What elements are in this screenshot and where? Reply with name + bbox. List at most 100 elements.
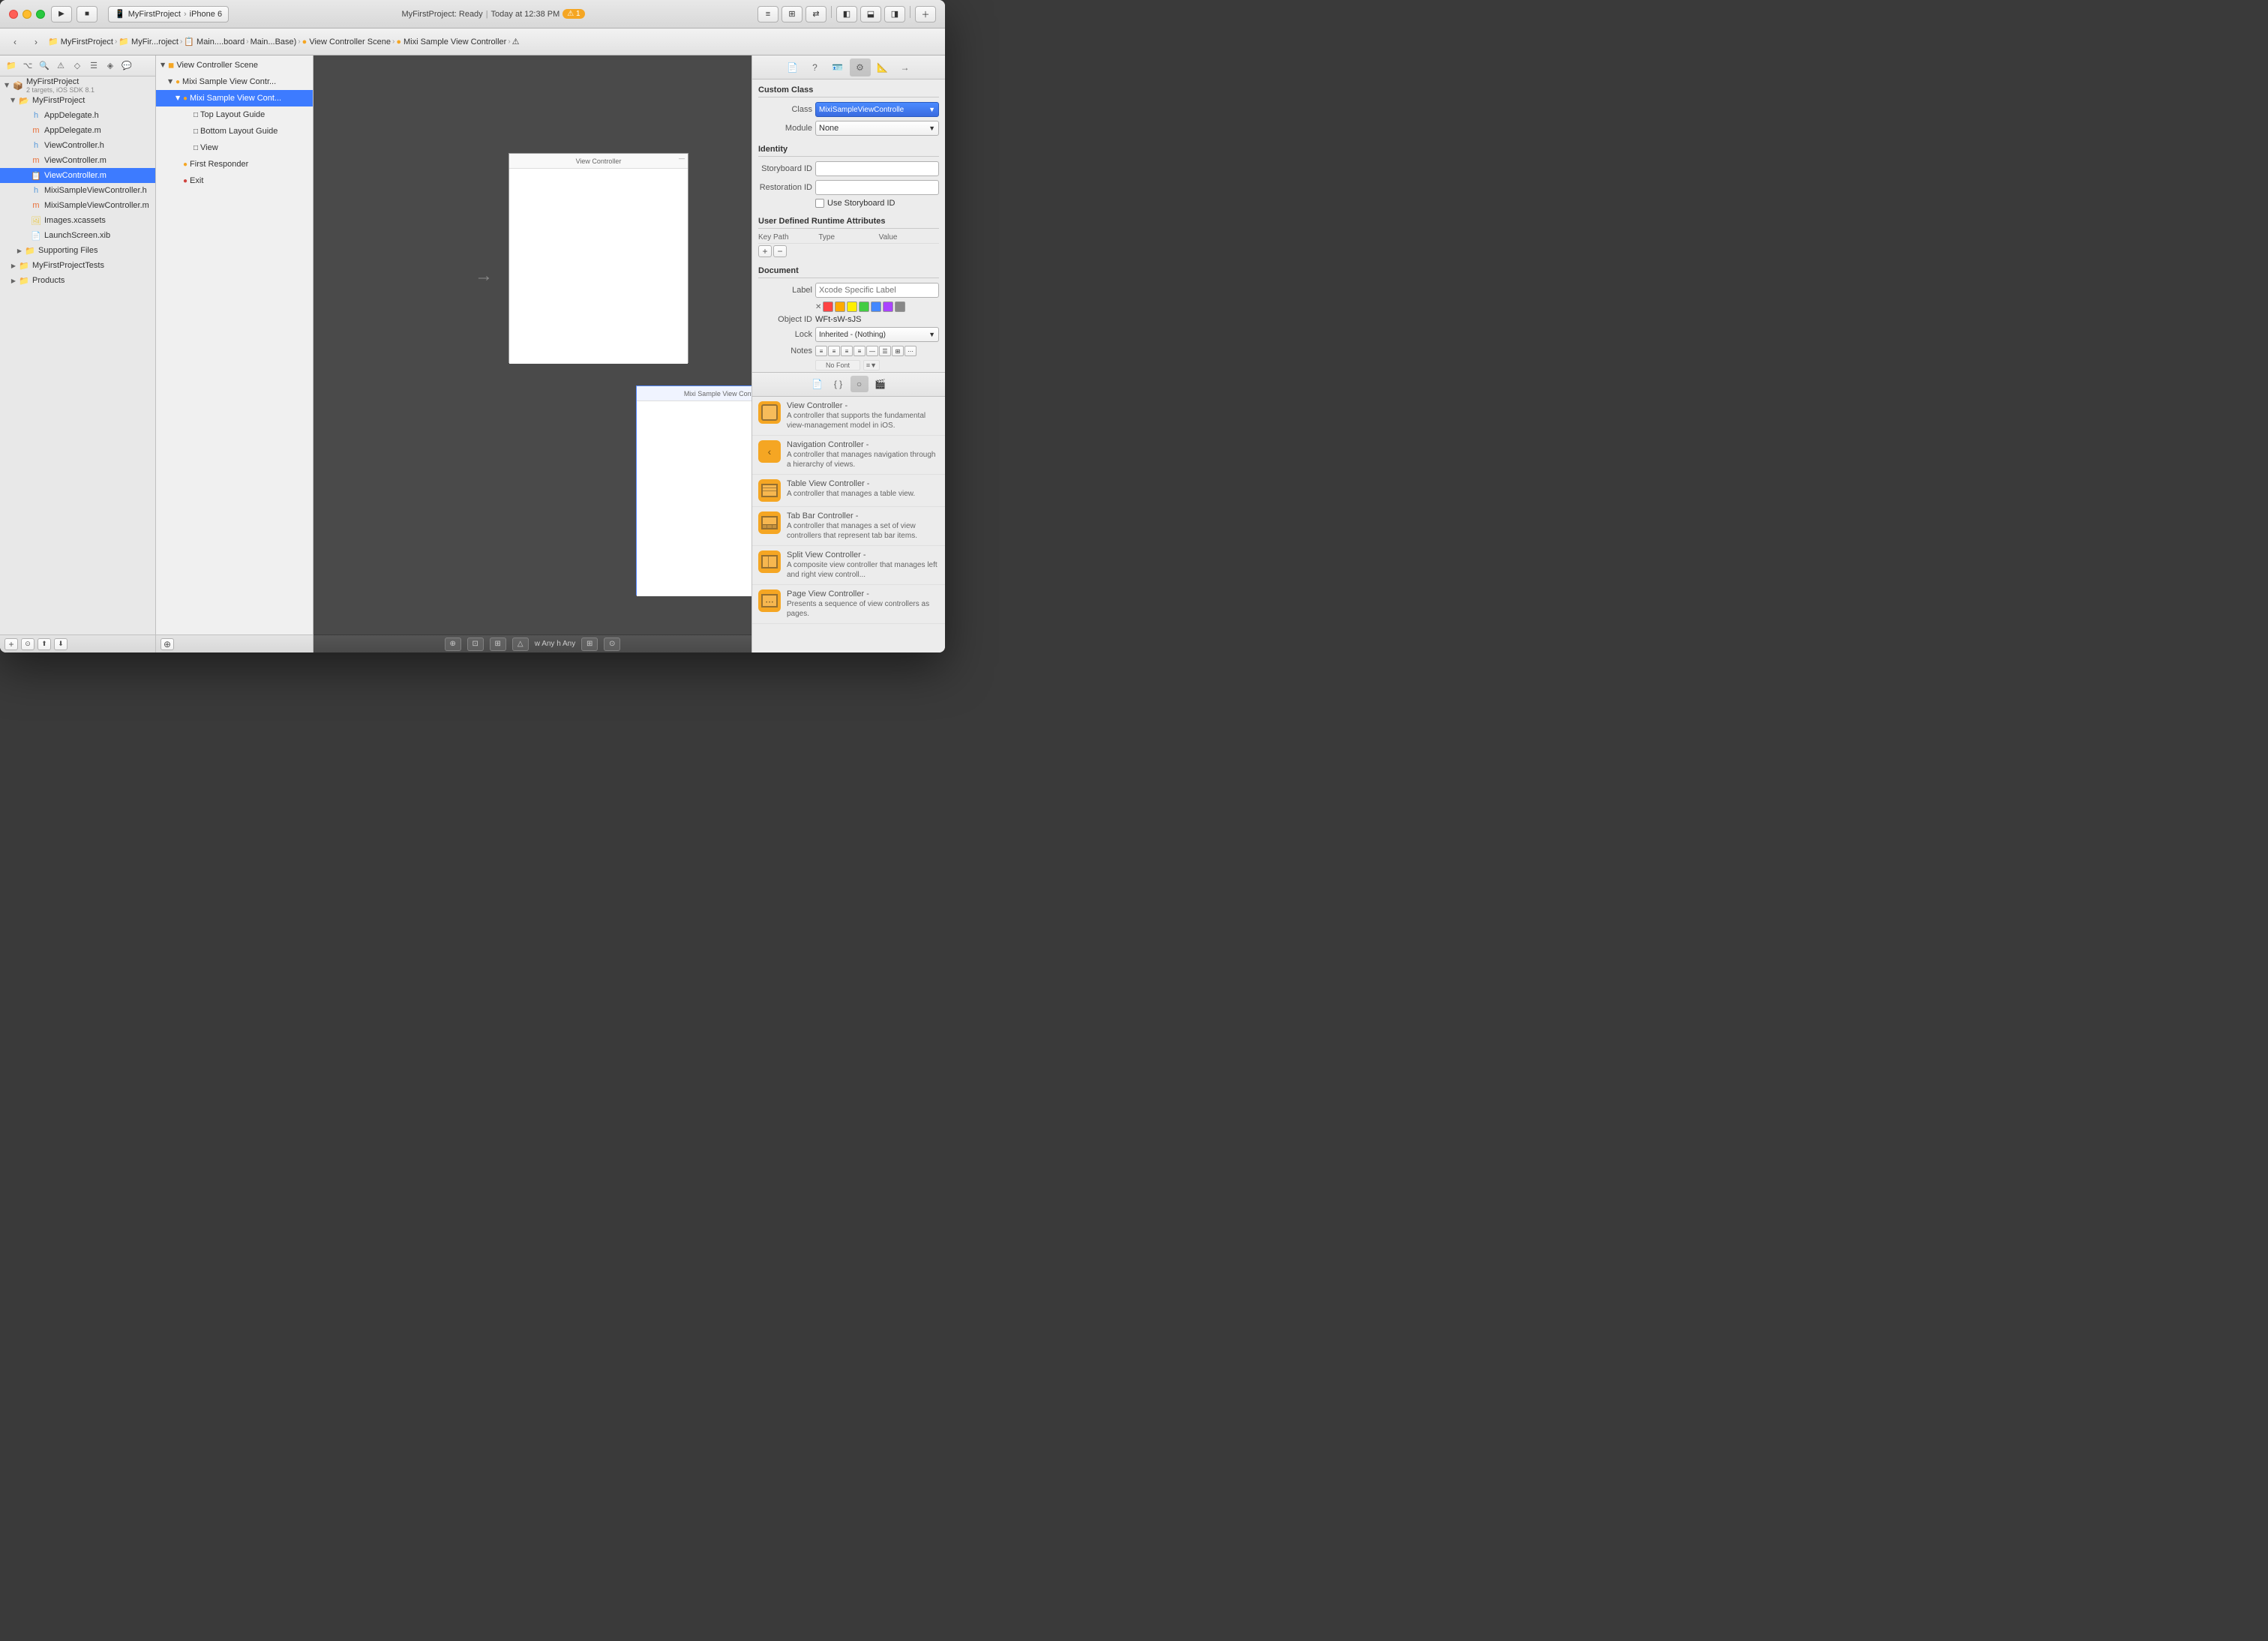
- nav-back-button[interactable]: ‹: [6, 33, 24, 51]
- zoom-btn[interactable]: ⊙: [604, 638, 620, 651]
- notes-align-right[interactable]: ≡: [841, 346, 853, 356]
- tree-item-main-storyboard[interactable]: 📋 ViewController.m: [0, 168, 155, 183]
- lib-item-split[interactable]: Split View Controller - A composite view…: [752, 546, 945, 585]
- color-swatch-2[interactable]: [835, 302, 845, 312]
- color-swatch-4[interactable]: [859, 302, 869, 312]
- navigator-toggle[interactable]: ◧: [836, 6, 857, 22]
- test-nav-icon[interactable]: ◇: [70, 59, 84, 73]
- add-constraint-btn[interactable]: ⊕: [445, 638, 461, 651]
- folder-icon[interactable]: 📁: [4, 59, 18, 73]
- tree-item-mixi-h[interactable]: h MixiSampleViewController.h: [0, 183, 155, 198]
- canvas-area[interactable]: → View Controller — Mixi Samp: [314, 56, 752, 652]
- color-swatch-1[interactable]: [823, 302, 833, 312]
- warning-nav-icon[interactable]: ⚠: [54, 59, 68, 73]
- tree-item-group[interactable]: ▶ 📂 MyFirstProject: [0, 93, 155, 108]
- lib-item-page[interactable]: • • • Page View Controller - Presents a …: [752, 585, 945, 624]
- scheme-selector[interactable]: 📱 MyFirstProject › iPhone 6: [108, 6, 229, 22]
- font-size-control[interactable]: ≡▼: [863, 360, 880, 370]
- lib-item-nav[interactable]: ‹ Navigation Controller - A controller t…: [752, 436, 945, 475]
- tree-item-tests[interactable]: ▶ 📁 MyFirstProjectTests: [0, 258, 155, 273]
- tree-item-mixi-m[interactable]: m MixiSampleViewController.m: [0, 198, 155, 213]
- show-callers-button[interactable]: ⬆: [38, 638, 51, 650]
- notes-align-center[interactable]: ≡: [828, 346, 840, 356]
- add-constraint-button[interactable]: ⊕: [160, 638, 174, 650]
- lib-item-vc[interactable]: View Controller - A controller that supp…: [752, 397, 945, 436]
- restoration-id-input[interactable]: [815, 180, 939, 195]
- tree-item-vc-m[interactable]: m ViewController.m: [0, 153, 155, 168]
- pin-btn[interactable]: ⊞: [490, 638, 506, 651]
- notes-table[interactable]: ⊞: [892, 346, 904, 356]
- lib-object-tab[interactable]: ○: [850, 376, 868, 392]
- notes-dash[interactable]: —: [866, 346, 878, 356]
- tree-item-appdelegate-m[interactable]: m AppDelegate.m: [0, 123, 155, 138]
- bc-base[interactable]: Main...Base): [250, 38, 297, 46]
- size-inspector-tab[interactable]: 📐: [872, 58, 893, 76]
- report-nav-icon[interactable]: 💬: [120, 59, 134, 73]
- outline-item-view[interactable]: □ View: [156, 140, 313, 156]
- attributes-inspector-tab[interactable]: ⚙: [850, 58, 871, 76]
- bc-group[interactable]: 📁 MyFir...roject: [118, 37, 178, 46]
- lock-select[interactable]: Inherited - (Nothing) ▼: [815, 327, 939, 342]
- lib-item-tvc[interactable]: Table View Controller - A controller tha…: [752, 475, 945, 507]
- outline-item-bottom-layout[interactable]: □ Bottom Layout Guide: [156, 123, 313, 140]
- lib-item-tabbar[interactable]: Tab Bar Controller - A controller that m…: [752, 507, 945, 546]
- outline-item-top-layout[interactable]: □ Top Layout Guide: [156, 106, 313, 123]
- color-x-icon[interactable]: ✕: [815, 303, 821, 311]
- grid-btn[interactable]: ⊞: [581, 638, 598, 651]
- storyboard-id-input[interactable]: [815, 161, 939, 176]
- outline-item-exit[interactable]: ● Exit: [156, 172, 313, 189]
- warning-badge[interactable]: ⚠ 1: [562, 9, 584, 19]
- font-selector[interactable]: No Font: [815, 360, 860, 370]
- show-callees-button[interactable]: ⬇: [54, 638, 68, 650]
- mixi-vc-frame[interactable]: Mixi Sample View Controller —: [636, 386, 752, 596]
- file-inspector-tab[interactable]: 📄: [782, 58, 803, 76]
- view-controller-frame[interactable]: View Controller —: [508, 153, 688, 363]
- outline-item-first-responder[interactable]: ● First Responder: [156, 156, 313, 172]
- tree-item-vc-h[interactable]: h ViewController.h: [0, 138, 155, 153]
- use-storyboard-checkbox[interactable]: [815, 199, 824, 208]
- tree-item-products[interactable]: ▶ 📁 Products: [0, 273, 155, 288]
- debug-toggle[interactable]: ⬓: [860, 6, 881, 22]
- color-swatch-3[interactable]: [847, 302, 857, 312]
- bc-scene[interactable]: ● View Controller Scene: [302, 38, 391, 46]
- close-button[interactable]: [9, 10, 18, 19]
- minimize-button[interactable]: [22, 10, 32, 19]
- editor-assistant-button[interactable]: ⊞: [782, 6, 802, 22]
- color-swatch-5[interactable]: [871, 302, 881, 312]
- tree-item-launch[interactable]: 📄 LaunchScreen.xib: [0, 228, 155, 243]
- tree-item-supporting[interactable]: ▶ 📁 Supporting Files: [0, 243, 155, 258]
- tree-item-images[interactable]: 🖼 Images.xcassets: [0, 213, 155, 228]
- editor-version-button[interactable]: ⇄: [806, 6, 826, 22]
- lib-media-tab[interactable]: 🎬: [872, 376, 890, 392]
- doc-label-input[interactable]: [815, 283, 939, 298]
- add-file-button[interactable]: +: [4, 638, 18, 650]
- canvas-content[interactable]: → View Controller — Mixi Samp: [314, 56, 752, 634]
- notes-align-justify[interactable]: ≡: [854, 346, 866, 356]
- resolve-btn[interactable]: △: [512, 638, 529, 651]
- lib-file-tab[interactable]: 📄: [808, 376, 826, 392]
- related-files-button[interactable]: ⊙: [21, 638, 34, 650]
- outline-item-scene[interactable]: ▶ ◼ View Controller Scene: [156, 57, 313, 74]
- color-swatch-7[interactable]: [895, 302, 905, 312]
- lib-code-tab[interactable]: { }: [830, 376, 848, 392]
- remove-attribute-button[interactable]: −: [773, 245, 787, 257]
- quick-help-tab[interactable]: ?: [805, 58, 826, 76]
- source-control-icon[interactable]: ⌥: [21, 59, 34, 73]
- connections-inspector-tab[interactable]: →: [895, 58, 916, 76]
- maximize-button[interactable]: [36, 10, 45, 19]
- notes-list[interactable]: ☰: [879, 346, 891, 356]
- editor-standard-button[interactable]: ≡: [758, 6, 778, 22]
- module-select[interactable]: None ▼: [815, 121, 939, 136]
- run-button[interactable]: ▶: [51, 6, 72, 22]
- notes-more[interactable]: ⋯: [904, 346, 916, 356]
- add-attribute-button[interactable]: +: [758, 245, 772, 257]
- identity-inspector-tab[interactable]: 🪪: [827, 58, 848, 76]
- outline-item-mixi1[interactable]: ▶ ● Mixi Sample View Contr...: [156, 74, 313, 90]
- tree-item-appdelegate-h[interactable]: h AppDelegate.h: [0, 108, 155, 123]
- bc-mixi[interactable]: ● Mixi Sample View Controller: [396, 38, 506, 46]
- tree-item-root[interactable]: ▶ 📦 MyFirstProject 2 targets, iOS SDK 8.…: [0, 78, 155, 93]
- outline-item-mixi2[interactable]: ▶ ● Mixi Sample View Cont...: [156, 90, 313, 106]
- utilities-toggle[interactable]: ◨: [884, 6, 905, 22]
- bc-project[interactable]: 📁 MyFirstProject: [48, 37, 113, 46]
- breakpoint-nav-icon[interactable]: ◈: [104, 59, 117, 73]
